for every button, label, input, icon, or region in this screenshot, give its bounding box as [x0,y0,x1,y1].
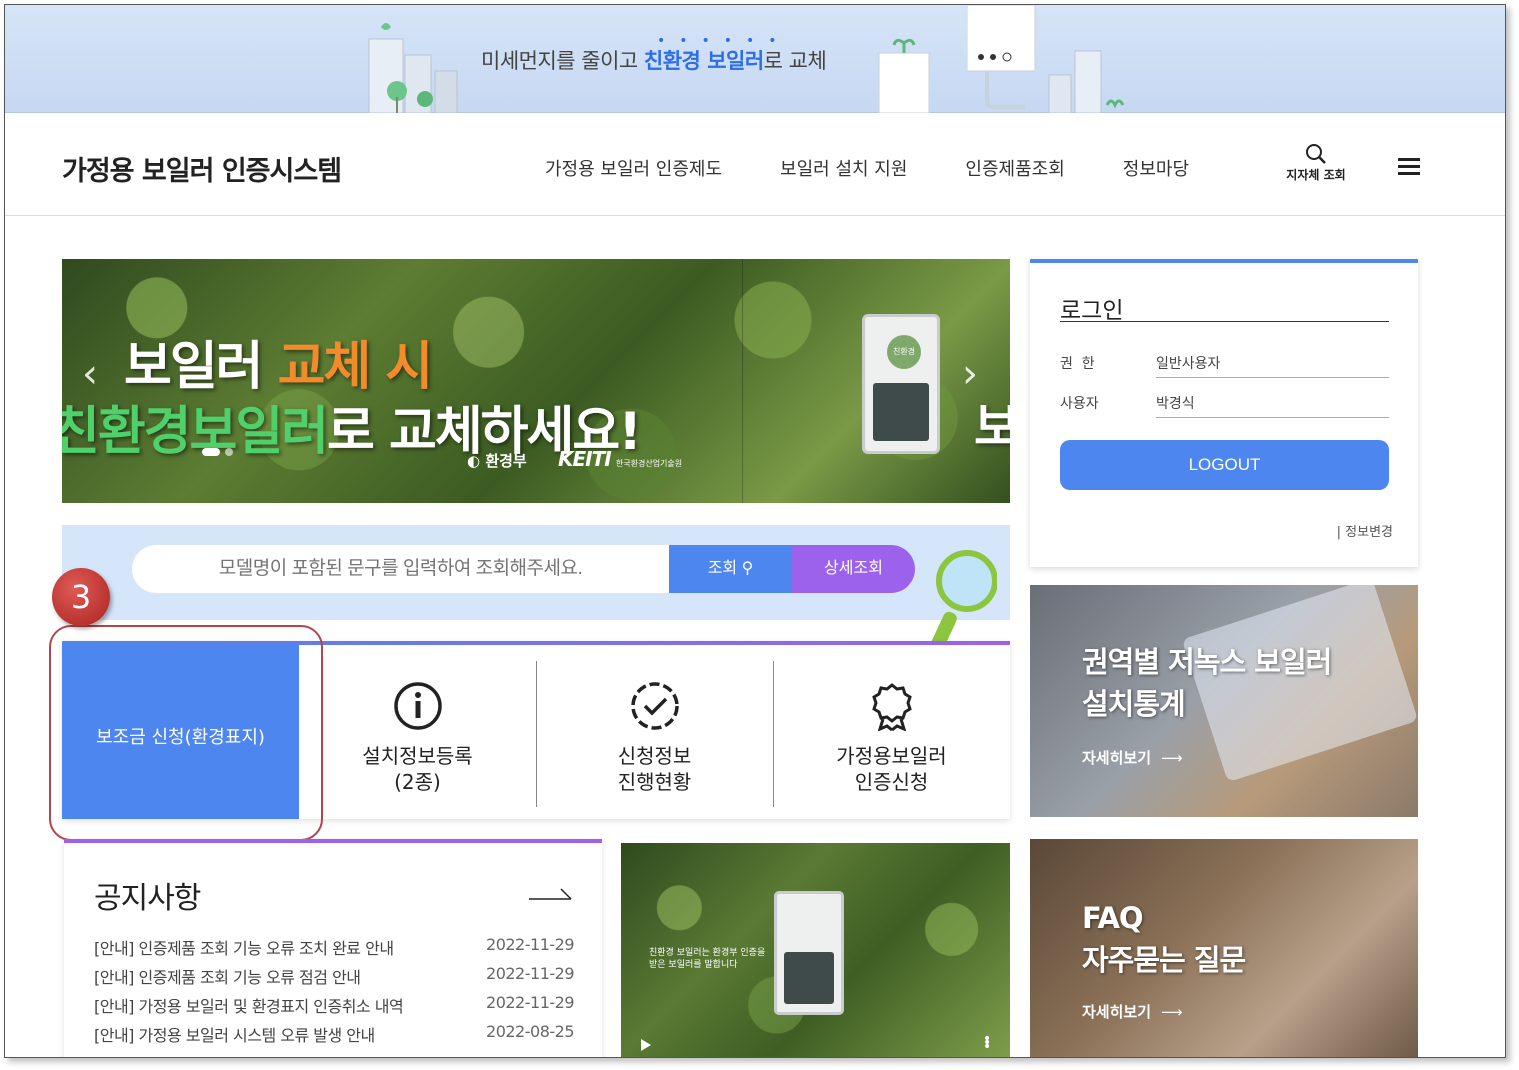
carousel-dots[interactable] [202,441,238,460]
annotation-highlight-box [49,625,323,841]
role-label: 권 한 [1060,356,1095,372]
promo-message: •••••• 미세먼지를 줄이고 친환경 보일러로 교체 [481,33,827,75]
search-icon [1306,144,1326,164]
carousel-prev-icon[interactable]: ‹ [82,354,102,394]
video-boiler-image [774,891,844,1015]
notice-title: 공지사항 [94,881,201,916]
nav-item-product-search[interactable]: 인증제품조회 [965,155,1064,181]
regional-stats-more-link[interactable]: 자세히보기 ⟶ [1082,747,1183,768]
arrow-right-icon: ⟶ [1161,749,1183,767]
install-info-register-label: 설치정보등록 (2종) [362,744,473,794]
search-button-label: 조회 [707,560,738,577]
boiler-pipes-illustration [967,5,1125,113]
notice-item-date: 2022-08-25 [486,1022,574,1041]
login-panel: 로그인 권 한 일반사용자 사용자 박경식 LOGOUT | 정보변경 [1030,259,1418,567]
promo-video-player[interactable]: 친환경 보일러는 환경부 인증을 받은 보일러를 말합니다 • • • [621,843,1010,1057]
list-item[interactable]: [안내] 가정용 보일러 시스템 오류 발생 안내 2022-08-25 [94,1022,574,1051]
boiler-image: 친환경 [862,314,940,454]
nav-item-installation-support[interactable]: 보일러 설치 지원 [780,155,907,181]
promo-text-after: 로 교체 [763,49,827,73]
carousel-next-icon[interactable]: › [962,354,982,394]
eco-badge: 친환경 [887,335,921,369]
user-row: 사용자 박경식 [1060,393,1389,418]
hamburger-menu-icon[interactable] [1398,158,1420,176]
user-value: 박경식 [1156,393,1389,418]
local-search-label: 지자체 조회 [1286,168,1346,182]
regional-stats-card[interactable]: 권역별 저녹스 보일러 설치통계 자세히보기 ⟶ [1030,585,1418,817]
notice-item-date: 2022-11-29 [486,964,574,983]
magnifier-illustration-icon [931,550,997,651]
logout-button[interactable]: LOGOUT [1060,440,1389,490]
nav-item-certification[interactable]: 가정용 보일러 인증제도 [545,155,722,181]
notice-item-title[interactable]: [안내] 인증제품 조회 기능 오류 점검 안내 [94,964,361,993]
promo-highlight: 친환경 보일러 [643,49,764,73]
boiler-illustration [878,38,930,113]
boiler-certification-apply-label: 가정용보일러 인증신청 [836,744,947,794]
hero-headline-1: 보일러 교체 시 [124,337,433,397]
user-label: 사용자 [1060,396,1099,412]
logo-keiti-sub: 한국환경산업기술원 [615,459,683,468]
logo-keiti: KEITI [557,447,612,471]
search-icon: ⚲ [737,560,754,577]
notice-item-title[interactable]: [안내] 가정용 보일러 시스템 오류 발생 안내 [94,1022,375,1051]
more-options-icon[interactable]: • • • [983,1032,991,1054]
main-nav: 가정용 보일러 인증제도 보일러 설치 지원 인증제품조회 정보마당 [545,155,1247,181]
notice-item-title[interactable]: [안내] 가정용 보일러 및 환경표지 인증취소 내역 [94,993,404,1022]
application-status-label: 신청정보 진행현황 [617,744,692,794]
notice-item-date: 2022-11-29 [486,935,574,954]
award-ribbon-icon [871,683,912,731]
role-row: 권 한 일반사용자 [1060,353,1389,378]
login-title: 로그인 [1060,298,1124,324]
local-search-button[interactable]: 지자체 조회 [1281,143,1351,183]
application-status-button[interactable]: 신청정보 진행현황 [536,645,773,819]
site-header: 가정용 보일러 인증시스템 가정용 보일러 인증제도 보일러 설치 지원 인증제… [5,113,1505,216]
model-search-input[interactable] [132,545,669,593]
notice-item-date: 2022-11-29 [486,993,574,1012]
list-item[interactable]: [안내] 가정용 보일러 및 환경표지 인증취소 내역 2022-11-29 [94,993,574,1022]
notice-item-title[interactable]: [안내] 인증제품 조회 기능 오류 조치 완료 안내 [94,935,394,964]
annotation-step-badge: 3 [52,568,110,626]
install-info-register-button[interactable]: 설치정보등록 (2종) [299,645,536,819]
notice-more-arrow-icon[interactable] [529,887,573,901]
hero-next-slide-text: 보 [974,387,1010,459]
info-change-link[interactable]: | 정보변경 [1337,521,1393,540]
boiler-certification-apply-button[interactable]: 가정용보일러 인증신청 [773,645,1010,819]
hero-logos: ◐ 환경부 KEITI 한국환경산업기술원 [467,447,682,471]
regional-stats-title: 권역별 저녹스 보일러 설치통계 [1082,645,1332,721]
arrow-right-icon: ⟶ [1161,1003,1183,1021]
building-illustration-left [368,23,458,113]
top-promo-banner[interactable]: •••••• 미세먼지를 줄이고 친환경 보일러로 교체 [5,5,1505,113]
list-item[interactable]: [안내] 인증제품 조회 기능 오류 조치 완료 안내 2022-11-29 [94,935,574,964]
role-value: 일반사용자 [1156,353,1389,378]
me-logo-icon: ◐ [467,452,481,470]
browser-page: •••••• 미세먼지를 줄이고 친환경 보일러로 교체 가정용 보일러 인증시… [4,4,1506,1058]
play-icon[interactable] [641,1039,651,1051]
promo-text-before: 미세먼지를 줄이고 [481,49,644,73]
faq-more-link[interactable]: 자세히보기 ⟶ [1082,1001,1183,1022]
hero-carousel[interactable]: 보일러 교체 시 친환경보일러로 교체하세요! ◐ 환경부 KEITI 한국환경… [62,259,1010,503]
logo-ministry: 환경부 [485,452,527,470]
info-circle-icon [393,682,442,730]
site-title[interactable]: 가정용 보일러 인증시스템 [62,149,342,188]
check-circle-icon [630,682,679,730]
detail-search-button[interactable]: 상세조회 [792,545,915,593]
notice-board: 공지사항 [안내] 인증제품 조회 기능 오류 조치 완료 안내 2022-11-… [64,839,602,1057]
faq-title: FAQ 자주묻는 질문 [1082,901,1246,977]
video-caption: 친환경 보일러는 환경부 인증을 받은 보일러를 말합니다 [649,948,766,970]
search-button[interactable]: 조회 ⚲ [669,545,792,593]
notice-list: [안내] 인증제품 조회 기능 오류 조치 완료 안내 2022-11-29 [안… [94,935,574,1051]
emphasis-dots: •••••• [657,33,791,49]
product-search-bar: 조회 ⚲ 상세조회 [62,525,1010,651]
list-item[interactable]: [안내] 인증제품 조회 기능 오류 점검 안내 2022-11-29 [94,964,574,993]
nav-item-info[interactable]: 정보마당 [1123,155,1189,181]
faq-card[interactable]: FAQ 자주묻는 질문 자세히보기 ⟶ [1030,839,1418,1057]
